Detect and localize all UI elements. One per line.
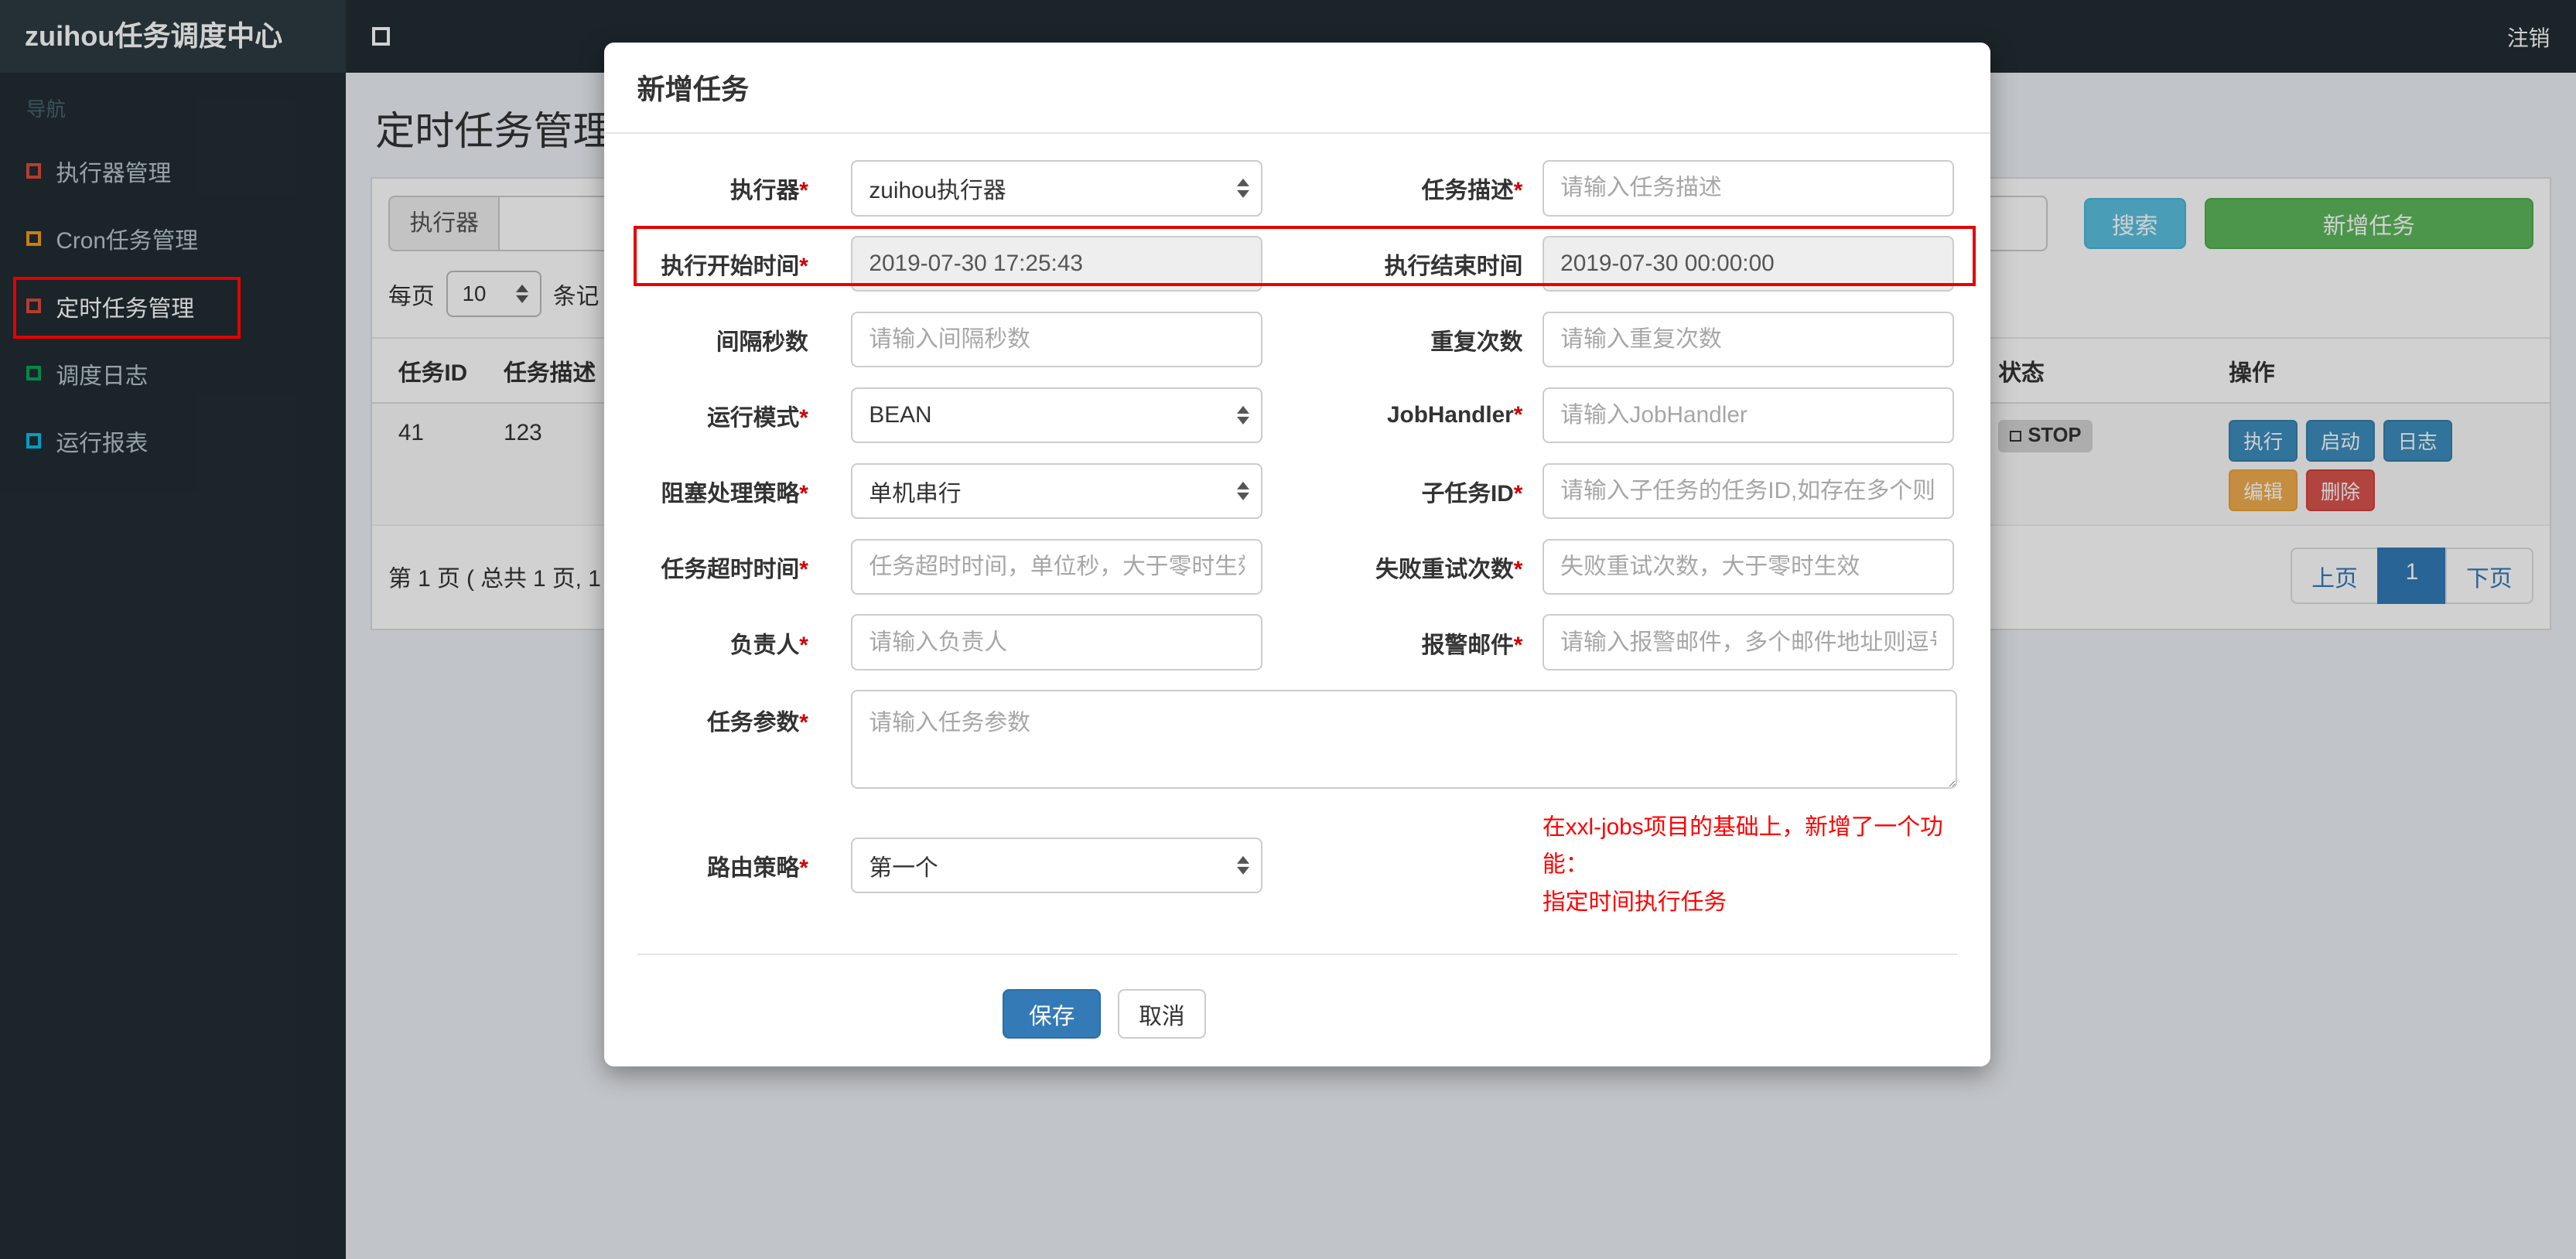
alarm-email-label: 报警邮件* xyxy=(1421,632,1523,658)
end-time-input[interactable] xyxy=(1542,236,1954,292)
route-strategy-select-value: 第一个 xyxy=(869,855,938,881)
child-job-input[interactable] xyxy=(1542,462,1954,520)
modal-header: 新增任务 xyxy=(603,43,1990,135)
executor-select-value: zuihou执行器 xyxy=(869,178,1006,204)
executor-select[interactable]: zuihou执行器 xyxy=(851,160,1263,217)
repeat-input[interactable] xyxy=(1542,311,1954,368)
run-mode-label: 运行模式* xyxy=(707,404,808,431)
form-row-timeout-retry: 任务超时时间* 失败重试次数* xyxy=(637,538,1958,595)
repeat-label: 重复次数 xyxy=(1430,329,1523,356)
form-row-time: 执行开始时间* 执行结束时间 xyxy=(637,236,1958,292)
feature-note-text: 在xxl-jobs项目的基础上，新增了一个功能： 指定时间执行任务 xyxy=(1542,814,1943,916)
start-time-input[interactable] xyxy=(851,236,1263,292)
select-arrows-icon xyxy=(1237,482,1250,500)
interval-label: 间隔秒数 xyxy=(716,329,808,356)
select-arrows-icon xyxy=(1237,179,1250,197)
block-strategy-select[interactable]: 单机串行 xyxy=(851,462,1263,520)
cancel-button[interactable]: 取消 xyxy=(1117,989,1207,1039)
executor-label: 执行器* xyxy=(729,178,808,204)
route-strategy-label: 路由策略* xyxy=(707,855,808,881)
timeout-input[interactable] xyxy=(851,538,1263,595)
run-mode-select[interactable]: BEAN xyxy=(851,387,1263,444)
jobhandler-label: JobHandler* xyxy=(1386,401,1523,428)
app-page: zuihou任务调度中心 注销 导航 执行器管理 Cron任务管理 定时任务管理… xyxy=(0,0,2576,1259)
form-row-interval-repeat: 间隔秒数 重复次数 xyxy=(637,311,1958,368)
select-arrows-icon xyxy=(1237,406,1250,425)
job-param-label: 任务参数* xyxy=(707,710,808,736)
block-strategy-label: 阻塞处理策略* xyxy=(661,480,808,507)
job-desc-input[interactable] xyxy=(1542,160,1954,217)
interval-input[interactable] xyxy=(851,311,1263,368)
block-strategy-select-value: 单机串行 xyxy=(869,480,962,507)
form-row-executor-desc: 执行器* zuihou执行器 任务描述* xyxy=(637,160,1958,217)
fail-retry-label: 失败重试次数* xyxy=(1375,556,1523,582)
jobhandler-input[interactable] xyxy=(1542,387,1954,444)
run-mode-select-value: BEAN xyxy=(869,401,932,428)
fail-retry-input[interactable] xyxy=(1542,538,1954,595)
modal-title: 新增任务 xyxy=(637,73,750,106)
form-row-owner-email: 负责人* 报警邮件* xyxy=(637,614,1958,670)
select-arrows-icon xyxy=(1237,856,1250,875)
route-strategy-select[interactable]: 第一个 xyxy=(851,837,1263,894)
child-job-label: 子任务ID* xyxy=(1421,480,1523,507)
form-row-mode-handler: 运行模式* BEAN JobHandler* xyxy=(637,387,1958,444)
form-row-param: 任务参数* xyxy=(637,690,1958,789)
end-time-label: 执行结束时间 xyxy=(1384,254,1523,280)
owner-input[interactable] xyxy=(851,614,1263,670)
save-button[interactable]: 保存 xyxy=(1002,989,1102,1039)
form-row-route: 路由策略* 第一个 在xxl-jobs项目的基础上，新增了一个功能： 指定时间执… xyxy=(637,809,1958,923)
alarm-email-input[interactable] xyxy=(1542,614,1954,670)
modal-footer: 保存 取消 xyxy=(637,955,1958,1039)
job-desc-label: 任务描述* xyxy=(1421,178,1523,204)
add-job-modal: 新增任务 执行器* zuihou执行器 任务描述* 执行开始时间* 执行结束时间 xyxy=(603,43,1990,1066)
form-row-block-child: 阻塞处理策略* 单机串行 子任务ID* xyxy=(637,462,1958,520)
modal-body: 执行器* zuihou执行器 任务描述* 执行开始时间* 执行结束时间 间隔秒数 xyxy=(604,134,1990,1039)
start-time-label: 执行开始时间* xyxy=(661,254,808,280)
job-param-textarea[interactable] xyxy=(851,690,1958,789)
timeout-label: 任务超时时间* xyxy=(661,556,808,582)
owner-label: 负责人* xyxy=(729,632,808,658)
